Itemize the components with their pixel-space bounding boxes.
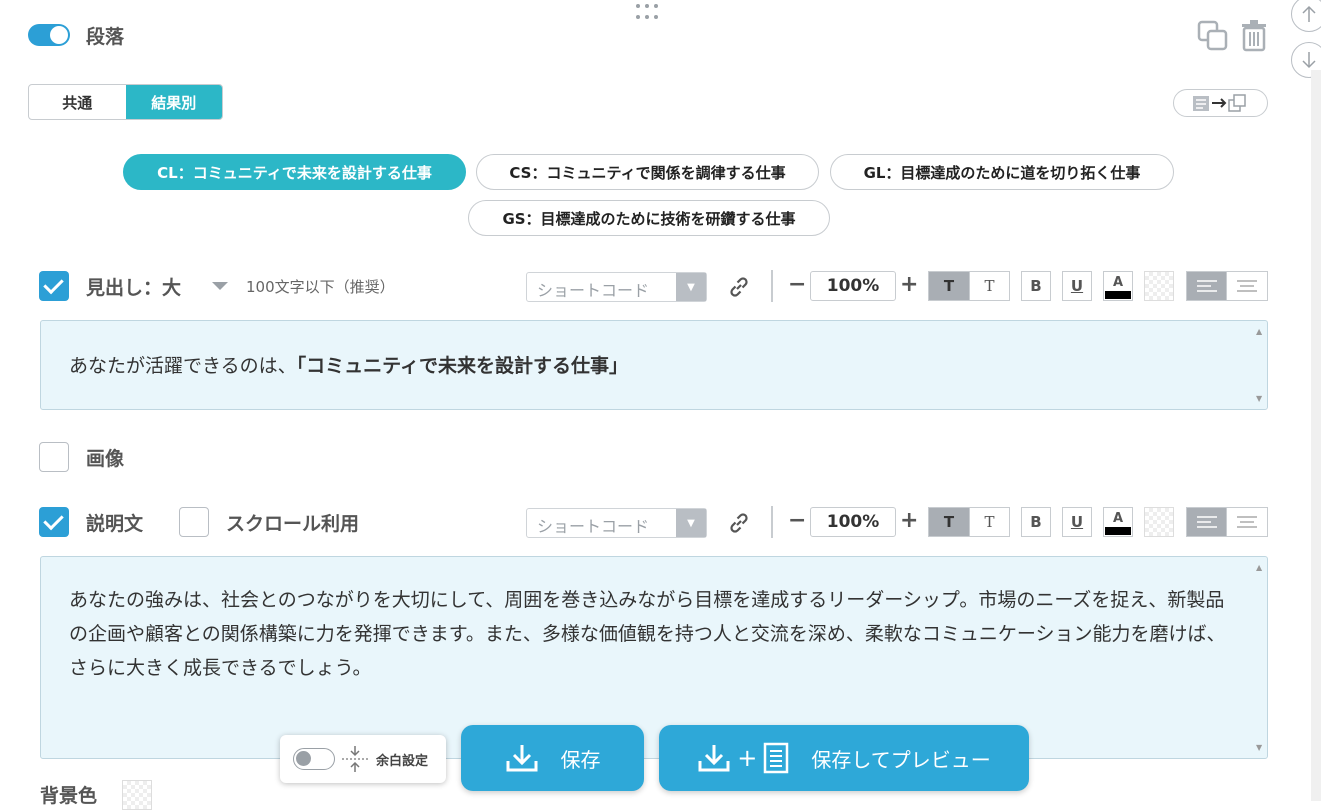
heading-text-bold: 「コミュニティで未来を設計する仕事」: [296, 355, 628, 377]
text-color-letter: A: [1112, 274, 1124, 290]
font-serif-button[interactable]: T: [928, 507, 970, 537]
result-pill-gs[interactable]: GS：目標達成のために技術を研鑽する仕事: [468, 200, 830, 236]
align-center-icon: [1237, 280, 1257, 292]
link-icon[interactable]: [726, 274, 752, 300]
result-pill-cs[interactable]: CS：コミュニティで関係を調律する仕事: [476, 154, 819, 190]
drag-handle[interactable]: [636, 4, 662, 22]
result-pill-cl[interactable]: CL：コミュニティで未来を設計する仕事: [123, 154, 466, 190]
result-pill-gl[interactable]: GL：目標達成のために道を切り拓く仕事: [830, 154, 1174, 190]
text-color-letter: A: [1112, 510, 1124, 526]
zoom-minus-button[interactable]: −: [788, 272, 806, 297]
text-color-swatch: [1105, 526, 1131, 535]
description-text: あなたの強みは、社会とのつながりを大切にして、周囲を巻き込みながら目標を達成する…: [69, 589, 1226, 679]
underline-button[interactable]: U: [1062, 271, 1092, 301]
save-preview-button[interactable]: + 保存してプレビュー: [659, 725, 1029, 791]
align-center-button[interactable]: [1226, 507, 1268, 537]
margin-toggle[interactable]: [293, 748, 335, 770]
align-center-icon: [1237, 516, 1257, 528]
link-icon[interactable]: [726, 510, 752, 536]
scroll-checkbox[interactable]: [179, 507, 209, 537]
background-color-button[interactable]: [1144, 271, 1174, 301]
zoom-minus-button[interactable]: −: [788, 508, 806, 533]
background-color-swatch[interactable]: [122, 780, 152, 810]
heading-textarea[interactable]: あなたが活躍できるのは、「コミュニティで未来を設計する仕事」 ▲ ▼: [40, 320, 1268, 410]
trash-icon[interactable]: [1240, 20, 1268, 52]
toolbar-divider: [771, 506, 773, 538]
shortcode-placeholder: ショートコード: [537, 517, 650, 536]
text-color-button[interactable]: A: [1103, 271, 1133, 301]
margin-setting-label: 余白設定: [376, 754, 429, 769]
zoom-value: 100%: [810, 271, 896, 301]
align-center-button[interactable]: [1226, 271, 1268, 301]
description-textarea[interactable]: あなたの強みは、社会とのつながりを大切にして、周囲を巻き込みながら目標を達成する…: [40, 556, 1268, 759]
zoom-plus-button[interactable]: +: [900, 508, 918, 533]
shortcode-select[interactable]: ショートコード ▼: [526, 508, 707, 538]
plus-sign: +: [737, 744, 758, 772]
heading-textarea-scrollbar[interactable]: ▲ ▼: [1251, 321, 1267, 409]
duplicate-icon[interactable]: [1197, 20, 1229, 52]
image-label: 画像: [86, 448, 125, 470]
underline-button[interactable]: U: [1062, 507, 1092, 537]
zoom-plus-button[interactable]: +: [900, 272, 918, 297]
heading-label: 見出し：大: [86, 277, 182, 299]
background-color-button[interactable]: [1144, 507, 1174, 537]
download-icon: [698, 745, 730, 772]
heading-checkbox[interactable]: [39, 271, 69, 301]
shortcode-select[interactable]: ショートコード ▼: [526, 272, 707, 302]
chevron-down-icon: ▼: [676, 273, 706, 301]
save-label: 保存: [560, 747, 601, 772]
description-checkbox[interactable]: [39, 507, 69, 537]
heading-hint: 100文字以下（推奨）: [246, 278, 395, 296]
shortcode-placeholder: ショートコード: [537, 281, 650, 300]
tab-group: 共通 結果別: [28, 84, 223, 120]
chevron-down-icon: ▼: [676, 509, 706, 537]
heading-size-dropdown-icon[interactable]: [212, 282, 228, 290]
image-checkbox[interactable]: [39, 442, 69, 472]
section-toggle[interactable]: [28, 24, 70, 46]
align-left-button[interactable]: [1186, 507, 1227, 537]
font-light-button[interactable]: T: [969, 271, 1010, 301]
heading-text-normal: あなたが活躍できるのは、: [69, 355, 297, 377]
tab-common[interactable]: 共通: [29, 85, 126, 119]
margin-icon: [342, 746, 368, 772]
download-icon: [506, 745, 537, 772]
scroll-label: スクロール利用: [226, 513, 360, 535]
align-left-icon: [1196, 280, 1217, 292]
copy-to-all-button[interactable]: [1173, 89, 1268, 117]
background-color-label: 背景色: [40, 785, 98, 807]
move-up-icon[interactable]: [1291, 0, 1321, 32]
save-preview-label: 保存してプレビュー: [811, 747, 991, 772]
zoom-value: 100%: [810, 507, 896, 537]
text-color-swatch: [1105, 290, 1131, 299]
text-color-button[interactable]: A: [1103, 507, 1133, 537]
toolbar-divider: [771, 270, 773, 302]
align-left-icon: [1196, 516, 1217, 528]
font-light-button[interactable]: T: [969, 507, 1010, 537]
tab-by-result[interactable]: 結果別: [125, 85, 222, 119]
bold-button[interactable]: B: [1021, 507, 1051, 537]
font-serif-button[interactable]: T: [928, 271, 970, 301]
description-label: 説明文: [86, 513, 144, 535]
document-icon: [764, 742, 789, 774]
align-left-button[interactable]: [1186, 271, 1227, 301]
margin-setting-panel: 余白設定: [280, 735, 446, 783]
description-textarea-scrollbar[interactable]: ▲ ▼: [1251, 557, 1267, 758]
section-title: 段落: [86, 26, 125, 48]
save-button[interactable]: 保存: [461, 725, 644, 791]
page-scrollbar[interactable]: [1311, 70, 1321, 801]
bold-button[interactable]: B: [1021, 271, 1051, 301]
